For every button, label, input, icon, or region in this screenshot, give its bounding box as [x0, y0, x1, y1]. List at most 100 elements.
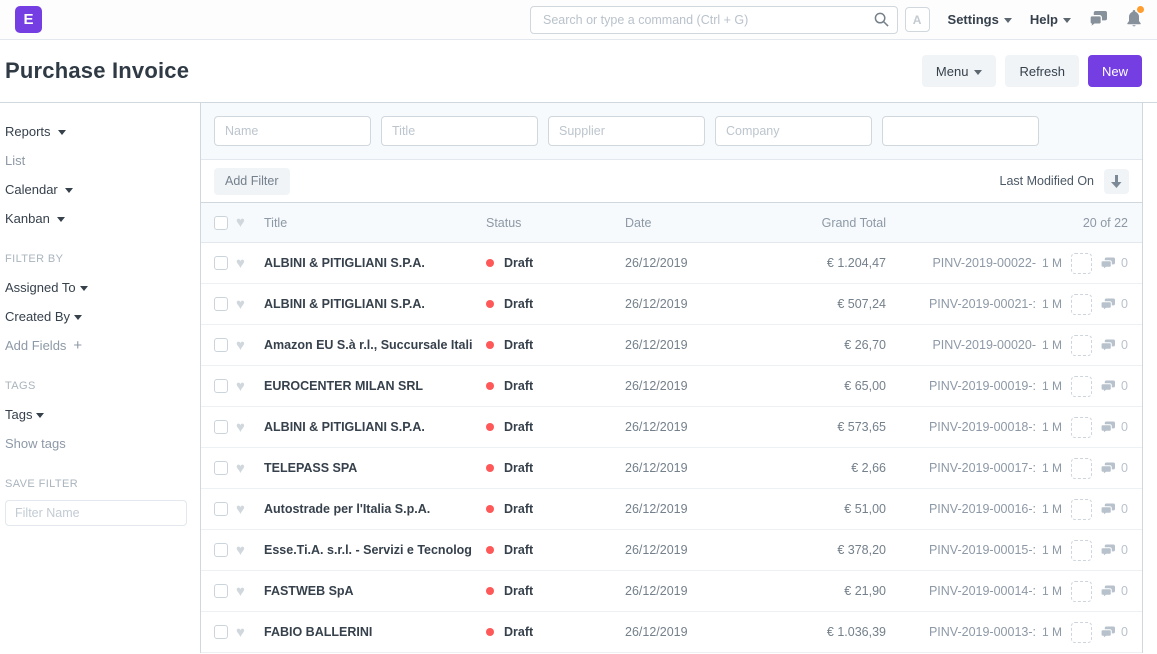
row-checkbox[interactable] [214, 461, 228, 475]
sidebar-item-add-fields[interactable]: Add Fields + [5, 337, 190, 354]
row-title-link[interactable]: TELEPASS SPA [264, 461, 486, 475]
row-invoice-id: :-PINV-2019-00017 [886, 461, 1036, 475]
filter-input-extra[interactable] [882, 116, 1039, 146]
row-comments[interactable]: 0 [1101, 379, 1128, 393]
chevron-down-icon [74, 315, 82, 320]
table-row[interactable]: ♥ Amazon EU S.à r.l., Succursale Itali D… [201, 325, 1142, 366]
filter-input-title[interactable] [381, 116, 538, 146]
settings-menu[interactable]: Settings [948, 12, 1012, 27]
assign-avatar-placeholder[interactable] [1071, 499, 1092, 520]
header-grand-total: Grand Total [765, 216, 886, 230]
help-menu[interactable]: Help [1030, 12, 1071, 27]
table-row[interactable]: ♥ FABIO BALLERINI Draft 26/12/2019 € 1.0… [201, 612, 1142, 653]
app-logo[interactable]: E [15, 6, 42, 33]
row-comments[interactable]: 0 [1101, 256, 1128, 270]
row-comments[interactable]: 0 [1101, 420, 1128, 434]
row-title-link[interactable]: Esse.Ti.A. s.r.l. - Servizi e Tecnolog [264, 543, 486, 557]
like-heart-icon[interactable]: ♥ [236, 338, 264, 353]
row-checkbox[interactable] [214, 584, 228, 598]
filter-input-name[interactable] [214, 116, 371, 146]
assign-avatar-placeholder[interactable] [1071, 458, 1092, 479]
table-row[interactable]: ♥ Esse.Ti.A. s.r.l. - Servizi e Tecnolog… [201, 530, 1142, 571]
global-search-input[interactable] [530, 6, 898, 34]
row-title-link[interactable]: ALBINI & PITIGLIANI S.P.A. [264, 297, 486, 311]
assign-avatar-placeholder[interactable] [1071, 253, 1092, 274]
like-heart-icon[interactable]: ♥ [236, 420, 264, 435]
list-view: Add Filter Last Modified On ♥ Title Stat… [200, 103, 1143, 653]
sidebar-item-show-tags[interactable]: Show tags [5, 435, 190, 452]
table-row[interactable]: ♥ FASTWEB SpA Draft 26/12/2019 € 21,90 :… [201, 571, 1142, 612]
menu-button[interactable]: Menu [922, 55, 997, 87]
row-comments[interactable]: 0 [1101, 297, 1128, 311]
assign-avatar-placeholder[interactable] [1071, 294, 1092, 315]
sidebar-item-created-by[interactable]: Created By [5, 308, 190, 325]
assigned-to-label: Assigned To [5, 279, 76, 296]
filter-input-company[interactable] [715, 116, 872, 146]
sidebar-item-kanban[interactable]: Kanban [5, 210, 190, 227]
row-title-link[interactable]: Amazon EU S.à r.l., Succursale Itali [264, 338, 486, 352]
sidebar-item-calendar[interactable]: Calendar [5, 181, 190, 198]
like-heart-icon[interactable]: ♥ [236, 379, 264, 394]
add-filter-button[interactable]: Add Filter [214, 168, 290, 195]
user-avatar[interactable]: A [905, 7, 930, 32]
row-comments[interactable]: 0 [1101, 543, 1128, 557]
like-heart-icon[interactable]: ♥ [236, 502, 264, 517]
like-heart-icon[interactable]: ♥ [236, 625, 264, 640]
row-checkbox[interactable] [214, 420, 228, 434]
table-row[interactable]: ♥ ALBINI & PITIGLIANI S.P.A. Draft 26/12… [201, 407, 1142, 448]
row-title-link[interactable]: ALBINI & PITIGLIANI S.P.A. [264, 420, 486, 434]
assign-avatar-placeholder[interactable] [1071, 376, 1092, 397]
like-heart-icon[interactable]: ♥ [236, 256, 264, 271]
sort-direction-button[interactable] [1104, 169, 1129, 194]
row-checkbox[interactable] [214, 625, 228, 639]
refresh-button-label: Refresh [1019, 64, 1065, 79]
like-filter-heart-icon[interactable]: ♥ [236, 215, 264, 230]
assign-avatar-placeholder[interactable] [1071, 622, 1092, 643]
row-title-link[interactable]: Autostrade per l'Italia S.p.A. [264, 502, 486, 516]
assign-avatar-placeholder[interactable] [1071, 540, 1092, 561]
status-dot-icon [486, 464, 494, 472]
refresh-button[interactable]: Refresh [1005, 55, 1079, 87]
row-title-link[interactable]: FASTWEB SpA [264, 584, 486, 598]
row-comments[interactable]: 0 [1101, 461, 1128, 475]
row-meta: 1 M 0 [1036, 335, 1142, 356]
header-title: Title [264, 216, 486, 230]
notifications-bell-icon[interactable] [1126, 9, 1142, 30]
row-title-link[interactable]: ALBINI & PITIGLIANI S.P.A. [264, 256, 486, 270]
row-comments[interactable]: 0 [1101, 338, 1128, 352]
row-checkbox[interactable] [214, 256, 228, 270]
row-checkbox[interactable] [214, 502, 228, 516]
sidebar-item-assigned-to[interactable]: Assigned To [5, 279, 190, 296]
row-title-link[interactable]: FABIO BALLERINI [264, 625, 486, 639]
chat-icon[interactable] [1089, 10, 1108, 30]
table-row[interactable]: ♥ ALBINI & PITIGLIANI S.P.A. Draft 26/12… [201, 284, 1142, 325]
like-heart-icon[interactable]: ♥ [236, 543, 264, 558]
like-heart-icon[interactable]: ♥ [236, 584, 264, 599]
row-checkbox[interactable] [214, 379, 228, 393]
assign-avatar-placeholder[interactable] [1071, 581, 1092, 602]
row-comments[interactable]: 0 [1101, 584, 1128, 598]
row-checkbox[interactable] [214, 338, 228, 352]
table-row[interactable]: ♥ EUROCENTER MILAN SRL Draft 26/12/2019 … [201, 366, 1142, 407]
table-row[interactable]: ♥ ALBINI & PITIGLIANI S.P.A. Draft 26/12… [201, 243, 1142, 284]
filter-name-input[interactable] [5, 500, 187, 526]
sidebar-item-reports[interactable]: Reports [5, 123, 190, 140]
filter-input-supplier[interactable] [548, 116, 705, 146]
sidebar-item-list[interactable]: List [5, 152, 190, 169]
row-title-link[interactable]: EUROCENTER MILAN SRL [264, 379, 486, 393]
like-heart-icon[interactable]: ♥ [236, 461, 264, 476]
new-button[interactable]: New [1088, 55, 1142, 87]
sidebar-item-tags[interactable]: Tags [5, 406, 190, 423]
like-heart-icon[interactable]: ♥ [236, 297, 264, 312]
table-row[interactable]: ♥ Autostrade per l'Italia S.p.A. Draft 2… [201, 489, 1142, 530]
select-all-checkbox[interactable] [214, 216, 228, 230]
assign-avatar-placeholder[interactable] [1071, 335, 1092, 356]
row-checkbox[interactable] [214, 297, 228, 311]
row-invoice-id: :-PINV-2019-00016 [886, 502, 1036, 516]
row-comments[interactable]: 0 [1101, 625, 1128, 639]
row-comments[interactable]: 0 [1101, 502, 1128, 516]
assign-avatar-placeholder[interactable] [1071, 417, 1092, 438]
table-row[interactable]: ♥ TELEPASS SPA Draft 26/12/2019 € 2,66 :… [201, 448, 1142, 489]
sort-by-label[interactable]: Last Modified On [1000, 174, 1095, 188]
row-checkbox[interactable] [214, 543, 228, 557]
